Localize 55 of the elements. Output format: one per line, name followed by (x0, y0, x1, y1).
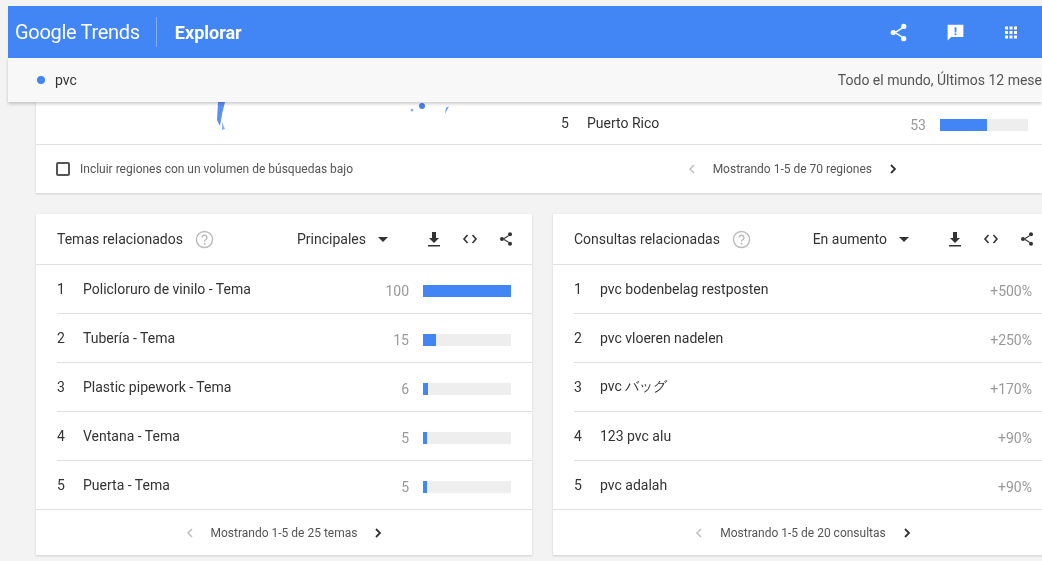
rank-number: 5 (574, 477, 583, 493)
filter-dropdown[interactable]: Principales (297, 231, 388, 247)
rank-number: 2 (574, 330, 583, 346)
next-page-icon[interactable] (903, 527, 910, 538)
rank-number: 4 (574, 428, 583, 444)
query-name[interactable]: 123 pvc alu (600, 428, 672, 444)
query-name[interactable]: pvc vloeren nadelen (600, 330, 724, 346)
interest-value: 5 (401, 479, 409, 495)
search-term[interactable]: pvc (55, 72, 77, 88)
scope-label[interactable]: Todo el mundo, Últimos 12 mese (837, 72, 1042, 88)
topic-name[interactable]: Puerta - Tema (83, 477, 170, 493)
interest-value: +90% (998, 479, 1032, 495)
interest-value: +90% (998, 430, 1032, 446)
share-icon[interactable] (1019, 231, 1035, 247)
interest-value: +170% (990, 381, 1032, 397)
page-title: Explorar (174, 21, 242, 43)
card-title: Temas relacionados (57, 231, 183, 247)
caret-icon[interactable] (899, 236, 909, 242)
query-name[interactable]: pvc バッグ (600, 378, 668, 396)
topic-name[interactable]: Policloruro de vinilo - Tema (83, 281, 251, 297)
caret-icon[interactable] (378, 236, 388, 242)
rank-number: 5 (561, 115, 570, 131)
filter-dropdown[interactable]: En aumento (812, 231, 909, 247)
card-title: Consultas relacionadas (574, 231, 720, 247)
interest-value: 5 (401, 430, 409, 446)
interest-value: 53 (910, 117, 926, 133)
download-icon[interactable] (947, 231, 963, 247)
rank-number: 4 (57, 428, 66, 444)
pagination-label: Mostrando 1-5 de 20 consultas (720, 525, 886, 540)
checkbox[interactable] (56, 162, 70, 176)
interest-value: +250% (990, 332, 1032, 348)
rank-number: 3 (57, 379, 66, 395)
download-icon[interactable] (426, 231, 442, 247)
share-icon[interactable] (498, 231, 514, 247)
pagination-label: Mostrando 1-5 de 70 regiones (712, 162, 872, 176)
next-page-icon[interactable] (375, 527, 382, 538)
interest-value: +500% (990, 283, 1032, 299)
rank-number: 5 (57, 477, 66, 493)
interest-value: 15 (393, 332, 409, 348)
topic-name[interactable]: Tubería - Tema (83, 330, 176, 346)
rank-number: 2 (57, 330, 66, 346)
interest-value: 6 (401, 381, 409, 397)
interest-value: 100 (385, 283, 409, 299)
checkbox-label: Incluir regiones con un volumen de búsquedas bajo (80, 162, 354, 176)
topic-name[interactable]: Ventana - Tema (83, 428, 180, 444)
rank-number: 3 (574, 379, 583, 395)
rank-number: 1 (574, 281, 583, 297)
region-name[interactable]: Puerto Rico (587, 115, 660, 131)
topic-name[interactable]: Plastic pipework - Tema (83, 379, 232, 395)
query-name[interactable]: pvc adalah (600, 477, 668, 493)
query-name[interactable]: pvc bodenbelag restposten (600, 281, 769, 297)
pagination-label: Mostrando 1-5 de 25 temas (210, 525, 358, 540)
rank-number: 1 (57, 281, 66, 297)
next-page-icon[interactable] (890, 164, 896, 174)
app-logo[interactable]: Google Trends (15, 20, 140, 44)
